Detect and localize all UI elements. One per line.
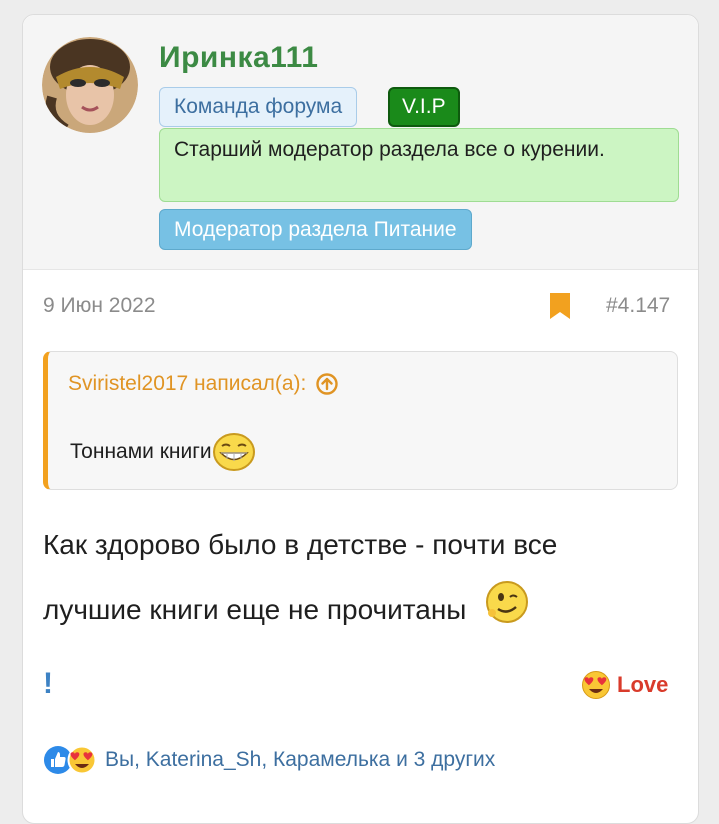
reactions-bar[interactable]: Вы, Katerina_Sh, Карамелька и 3 других <box>43 745 495 775</box>
quote-block: Sviristel2017 написал(а): Тоннами книги <box>43 351 678 490</box>
badge-food-moderator: Модератор раздела Питание <box>159 209 472 250</box>
quote-author: Sviristel2017 написал(а): <box>68 372 307 395</box>
badge-forum-team: Команда форума <box>159 87 358 127</box>
love-label: Love <box>617 672 669 697</box>
report-icon[interactable]: ! <box>43 667 53 701</box>
reactions-summary[interactable]: Вы, Katerina_Sh, Карамелька и 3 других <box>105 748 495 772</box>
post-body-line-2: лучшие книги еще не прочитаны <box>43 581 683 630</box>
quote-author-link[interactable]: Sviristel2017 написал(а): <box>68 372 339 396</box>
grin-smiley-icon <box>212 433 255 471</box>
quote-text: Тоннами книги <box>70 432 256 472</box>
arrow-up-circle-icon[interactable] <box>316 373 339 395</box>
badge-senior-moderator: Старший модератор раздела все о курении. <box>159 128 679 202</box>
heart-eyes-icon <box>67 745 97 775</box>
post-card: Иринка111 Команда форума V.I.P Старший м… <box>22 14 699 824</box>
avatar[interactable] <box>42 37 138 133</box>
username[interactable]: Иринка111 <box>159 41 318 75</box>
badge-vip: V.I.P <box>388 87 460 127</box>
user-block: Иринка111 Команда форума V.I.P Старший м… <box>23 15 698 270</box>
post-number[interactable]: #4.147 <box>606 294 670 318</box>
post-body-line-1: Как здорово было в детстве - почти все <box>43 529 558 560</box>
bookmark-icon[interactable] <box>550 293 570 319</box>
post-body-line-2-text: лучшие книги еще не прочитаны <box>43 594 467 625</box>
quote-text-label: Тоннами книги <box>70 440 212 463</box>
love-reaction-button[interactable]: Love <box>581 670 668 700</box>
wink-smiley-icon <box>486 581 529 623</box>
heart-eyes-icon <box>582 671 610 699</box>
post-date[interactable]: 9 Июн 2022 <box>43 294 156 318</box>
